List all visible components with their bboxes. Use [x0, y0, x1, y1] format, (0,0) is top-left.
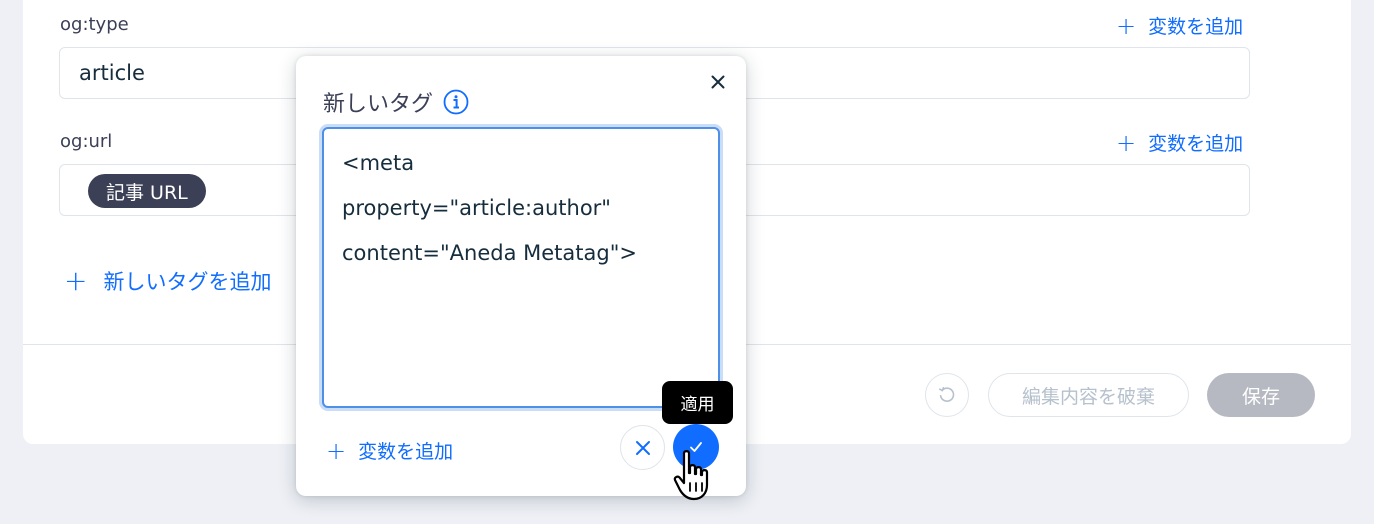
code-line: content="Aneda Metatag"> — [342, 241, 637, 265]
close-icon — [711, 75, 725, 89]
variable-chip[interactable]: 記事 URL — [88, 174, 206, 208]
code-line: property="article:author" — [342, 196, 611, 220]
close-popup-button[interactable] — [708, 72, 728, 92]
add-variable-label: 変数を追加 — [358, 441, 454, 463]
plus-icon: + — [1116, 11, 1137, 40]
info-icon[interactable] — [443, 89, 469, 115]
new-tag-popup: 新しいタグ <meta property="article:author" co… — [296, 56, 746, 496]
code-line: <meta — [342, 151, 415, 175]
hand-pointer-icon — [673, 450, 709, 501]
popup-add-variable-button[interactable]: + 変数を追加 — [326, 437, 453, 464]
plus-icon: + — [326, 436, 347, 465]
tag-code-textarea[interactable]: <meta property="article:author" content=… — [322, 127, 720, 408]
apply-tooltip: 適用 — [662, 381, 733, 424]
reset-button[interactable] — [925, 373, 969, 417]
add-variable-label: 変数を追加 — [1148, 16, 1244, 38]
close-icon — [635, 440, 650, 455]
plus-icon: + — [1116, 128, 1137, 157]
add-new-tag-label: 新しいタグを追加 — [103, 270, 272, 294]
popup-title-text: 新しいタグ — [323, 92, 434, 117]
popup-title: 新しいタグ — [323, 86, 469, 118]
cancel-tag-button[interactable] — [620, 425, 665, 470]
save-button[interactable]: 保存 — [1207, 373, 1315, 417]
add-variable-label: 変数を追加 — [1148, 133, 1244, 155]
og-type-label: og:type — [60, 14, 129, 35]
discard-changes-button[interactable]: 編集内容を破棄 — [988, 373, 1189, 417]
og-url-label: og:url — [60, 131, 113, 152]
add-new-tag-button[interactable]: + 新しいタグを追加 — [64, 266, 271, 296]
og-type-add-variable-button[interactable]: + 変数を追加 — [1116, 12, 1243, 39]
plus-icon: + — [64, 264, 88, 297]
og-type-value: article — [79, 61, 145, 85]
og-url-add-variable-button[interactable]: + 変数を追加 — [1116, 129, 1243, 156]
reset-icon — [939, 387, 955, 402]
